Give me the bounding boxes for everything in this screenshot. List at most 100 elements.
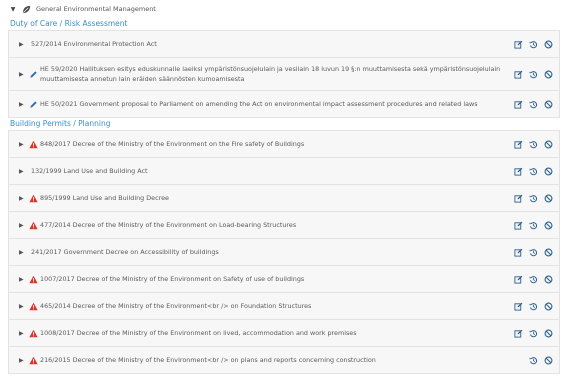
caret-right-icon[interactable]: ▶	[19, 249, 29, 256]
history-icon[interactable]	[529, 329, 538, 338]
caret-right-icon[interactable]: ▶	[19, 141, 29, 148]
history-icon[interactable]	[529, 221, 538, 230]
block-icon[interactable]	[544, 356, 553, 365]
block-icon[interactable]	[544, 248, 553, 257]
row-actions	[514, 167, 553, 176]
section-title: Building Permits / Planning	[10, 119, 111, 128]
regulation-row[interactable]: ▶ 1007/2017 Decree of the Ministry of the…	[8, 265, 560, 292]
edit-icon[interactable]	[514, 140, 523, 149]
warning-icon	[29, 220, 40, 230]
history-icon[interactable]	[529, 40, 538, 49]
history-icon[interactable]	[529, 356, 538, 365]
caret-right-icon[interactable]: ▶	[19, 330, 29, 337]
row-actions	[514, 40, 553, 49]
row-actions	[514, 356, 553, 365]
edit-icon[interactable]	[514, 194, 523, 203]
regulation-row[interactable]: ▶ 132/1999 Land Use and Building Act	[8, 157, 560, 184]
tree-root-item[interactable]: ▼ General Environmental Management	[0, 0, 570, 18]
warning-icon	[29, 274, 40, 284]
regulation-row[interactable]: ▶ 477/2014 Decree of the Ministry of the …	[8, 211, 560, 238]
regulation-row[interactable]: ▶ HE 50/2021 Government proposal to Parli…	[8, 90, 560, 118]
caret-right-icon[interactable]: ▶	[19, 222, 29, 229]
history-icon[interactable]	[529, 167, 538, 176]
row-actions	[514, 302, 553, 311]
section-title: Duty of Care / Risk Assessment	[10, 19, 128, 28]
edit-icon[interactable]	[514, 275, 523, 284]
pencil-icon	[29, 69, 40, 79]
regulation-title[interactable]: 527/2014 Environmental Protection Act	[31, 39, 506, 49]
block-icon[interactable]	[544, 70, 553, 79]
block-icon[interactable]	[544, 329, 553, 338]
caret-right-icon[interactable]: ▶	[19, 41, 29, 48]
section-rows: ▶ 848/2017 Decree of the Ministry of the …	[8, 130, 560, 374]
edit-icon[interactable]	[514, 329, 523, 338]
warning-icon	[29, 328, 40, 338]
pencil-icon	[29, 99, 40, 109]
history-icon[interactable]	[529, 248, 538, 257]
block-icon[interactable]	[544, 40, 553, 49]
caret-right-icon[interactable]: ▶	[19, 276, 29, 283]
section-rows: ▶ 527/2014 Environmental Protection Act ▶ H…	[8, 30, 560, 118]
regulation-row[interactable]: ▶ 216/2015 Decree of the Ministry of the …	[8, 346, 560, 374]
regulation-row[interactable]: ▶ 527/2014 Environmental Protection Act	[8, 30, 560, 57]
caret-right-icon[interactable]: ▶	[19, 168, 29, 175]
caret-right-icon[interactable]: ▶	[19, 195, 29, 202]
regulation-title[interactable]: 132/1999 Land Use and Building Act	[31, 166, 506, 176]
warning-icon	[29, 193, 40, 203]
block-icon[interactable]	[544, 100, 553, 109]
caret-right-icon[interactable]: ▶	[19, 71, 29, 78]
regulation-title[interactable]: 1008/2017 Decree of the Ministry of the …	[40, 328, 506, 338]
regulation-title[interactable]: HE 59/2020 Hallituksen esitys eduskunnal…	[40, 64, 506, 84]
row-actions	[514, 194, 553, 203]
history-icon[interactable]	[529, 275, 538, 284]
caret-right-icon[interactable]: ▶	[19, 357, 29, 364]
warning-icon	[29, 301, 40, 311]
block-icon[interactable]	[544, 140, 553, 149]
edit-icon[interactable]	[514, 302, 523, 311]
edit-icon[interactable]	[514, 100, 523, 109]
block-icon[interactable]	[544, 221, 553, 230]
history-icon[interactable]	[529, 194, 538, 203]
history-icon[interactable]	[529, 100, 538, 109]
block-icon[interactable]	[544, 302, 553, 311]
edit-icon[interactable]	[514, 40, 523, 49]
history-icon[interactable]	[529, 70, 538, 79]
caret-down-icon[interactable]: ▼	[10, 6, 16, 13]
row-actions	[514, 275, 553, 284]
regulation-tree: ▼ General Environmental Management Duty …	[0, 0, 570, 380]
history-icon[interactable]	[529, 302, 538, 311]
regulation-title[interactable]: 241/2017 Government Decree on Accessibil…	[31, 247, 506, 257]
regulation-row[interactable]: ▶ 241/2017 Government Decree on Accessibi…	[8, 238, 560, 265]
caret-right-icon[interactable]: ▶	[19, 303, 29, 310]
regulation-row[interactable]: ▶ 465/2014 Decree of the Ministry of the …	[8, 292, 560, 319]
row-actions	[514, 329, 553, 338]
row-actions	[514, 140, 553, 149]
tree-root-label: General Environmental Management	[36, 5, 156, 13]
caret-right-icon[interactable]: ▶	[19, 101, 29, 108]
edit-icon[interactable]	[514, 248, 523, 257]
row-actions	[514, 248, 553, 257]
block-icon[interactable]	[544, 167, 553, 176]
regulation-row[interactable]: ▶ 895/1999 Land Use and Building Decree	[8, 184, 560, 211]
block-icon[interactable]	[544, 194, 553, 203]
regulation-title[interactable]: 848/2017 Decree of the Ministry of the E…	[40, 139, 506, 149]
block-icon[interactable]	[544, 275, 553, 284]
regulation-title[interactable]: 895/1999 Land Use and Building Decree	[40, 193, 506, 203]
warning-icon	[29, 355, 40, 365]
edit-icon[interactable]	[514, 167, 523, 176]
leaf-icon	[21, 4, 31, 14]
edit-icon[interactable]	[514, 70, 523, 79]
row-actions	[514, 70, 553, 79]
regulation-title[interactable]: 216/2015 Decree of the Ministry of the E…	[40, 355, 506, 365]
regulation-title[interactable]: 477/2014 Decree of the Ministry of the E…	[40, 220, 506, 230]
regulation-row[interactable]: ▶ 1008/2017 Decree of the Ministry of the…	[8, 319, 560, 346]
history-icon[interactable]	[529, 140, 538, 149]
regulation-title[interactable]: 465/2014 Decree of the Ministry of the E…	[40, 301, 506, 311]
regulation-title[interactable]: HE 50/2021 Government proposal to Parlia…	[40, 99, 506, 109]
row-actions	[514, 221, 553, 230]
warning-icon	[29, 139, 40, 149]
regulation-row[interactable]: ▶ HE 59/2020 Hallituksen esitys eduskunna…	[8, 57, 560, 90]
edit-icon[interactable]	[514, 221, 523, 230]
regulation-row[interactable]: ▶ 848/2017 Decree of the Ministry of the …	[8, 130, 560, 157]
regulation-title[interactable]: 1007/2017 Decree of the Ministry of the …	[40, 274, 506, 284]
